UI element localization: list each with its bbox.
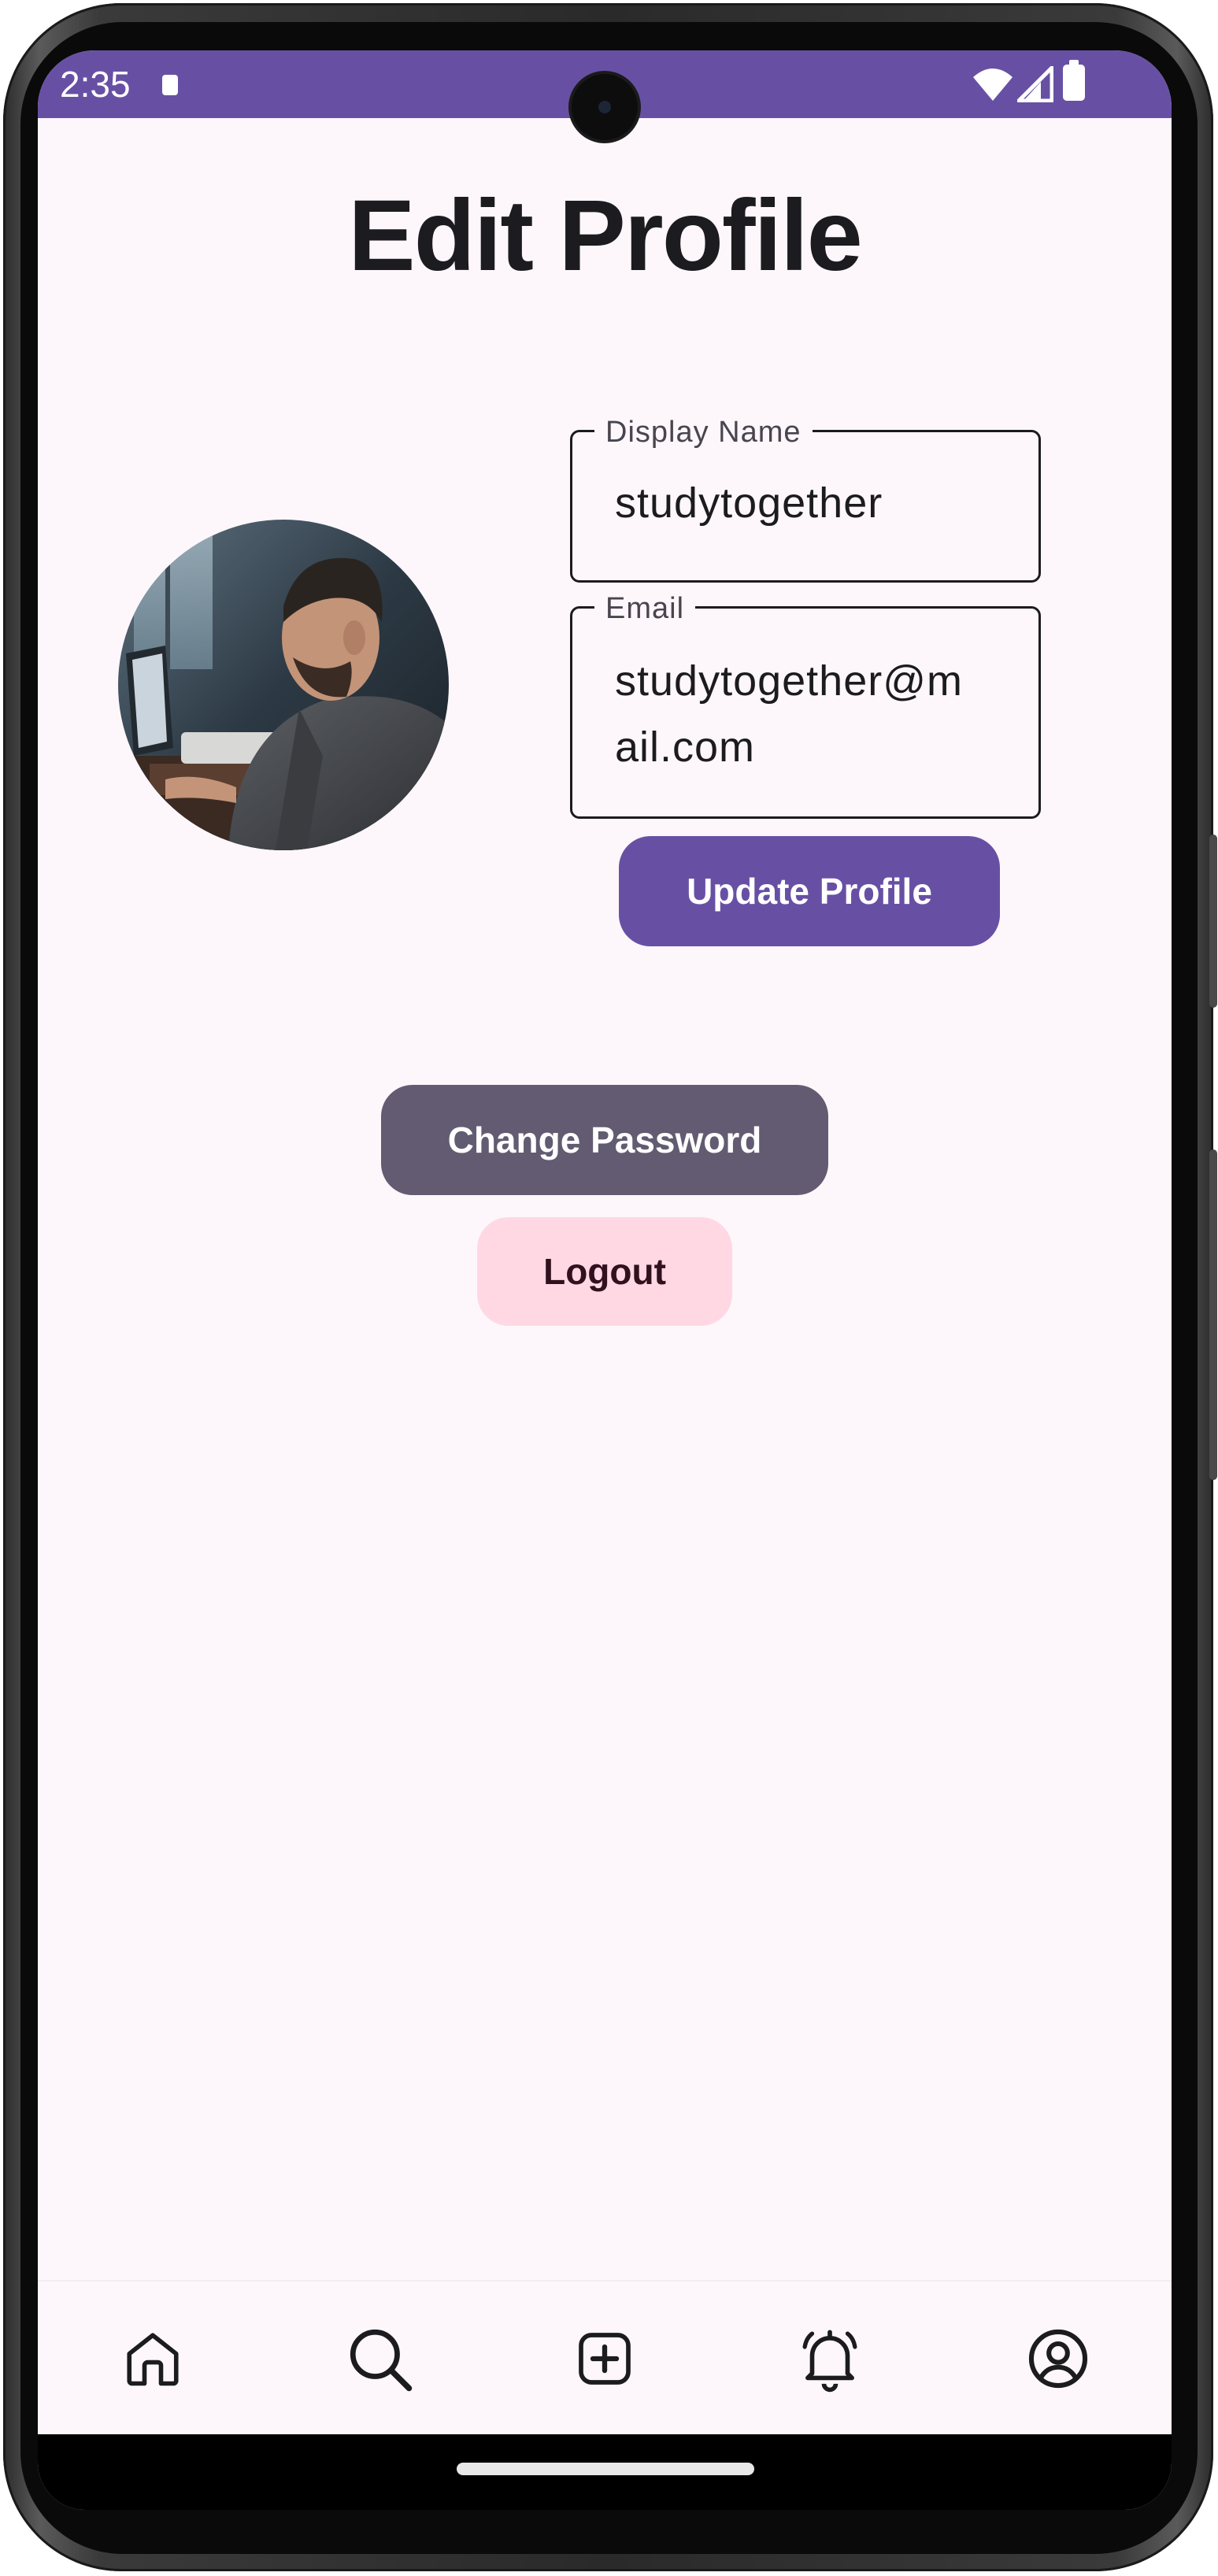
profile-photo[interactable]: [118, 520, 449, 850]
home-icon: [127, 2333, 179, 2386]
volume-button: [1209, 835, 1217, 1008]
nav-profile[interactable]: [1020, 2321, 1096, 2396]
nav-notifications[interactable]: [792, 2321, 868, 2396]
add-post-icon: [579, 2333, 631, 2385]
nav-home[interactable]: [115, 2321, 191, 2396]
update-profile-button[interactable]: Update Profile: [619, 836, 1000, 946]
change-password-button[interactable]: Change Password: [381, 1085, 828, 1195]
email-label: Email: [594, 591, 696, 626]
home-gesture-handle[interactable]: [457, 2463, 754, 2475]
search-icon: [350, 2329, 413, 2392]
account-circle-icon: [1028, 2329, 1088, 2389]
logout-button[interactable]: Logout: [477, 1217, 732, 1326]
display-name-field[interactable]: Display Name studytogether: [570, 415, 1041, 583]
notifications-bell-icon: [802, 2330, 857, 2393]
email-value-line-2: ail.com: [615, 724, 756, 771]
battery-icon: [1063, 60, 1085, 101]
status-time: 2:35: [60, 64, 131, 105]
page-title: Edit Profile: [348, 180, 863, 292]
power-button: [1209, 1149, 1217, 1480]
signal-icon: [1017, 66, 1053, 102]
nav-search[interactable]: [342, 2321, 417, 2396]
front-camera: [572, 74, 638, 140]
bottom-navigation: [38, 2280, 1172, 2436]
email-value-line-1: studytogether@m: [615, 657, 964, 705]
gesture-navigation-area: [38, 2434, 1172, 2510]
wifi-icon: [973, 68, 1013, 101]
notification-icon: [162, 75, 178, 95]
email-field[interactable]: Email studytogether@m ail.com: [570, 591, 1041, 819]
nav-add[interactable]: [567, 2321, 642, 2396]
display-name-label: Display Name: [594, 415, 813, 450]
display-name-input[interactable]: studytogether: [615, 470, 883, 536]
screen: 2:35 Edit Profile Display Name studytoge…: [38, 50, 1172, 2510]
